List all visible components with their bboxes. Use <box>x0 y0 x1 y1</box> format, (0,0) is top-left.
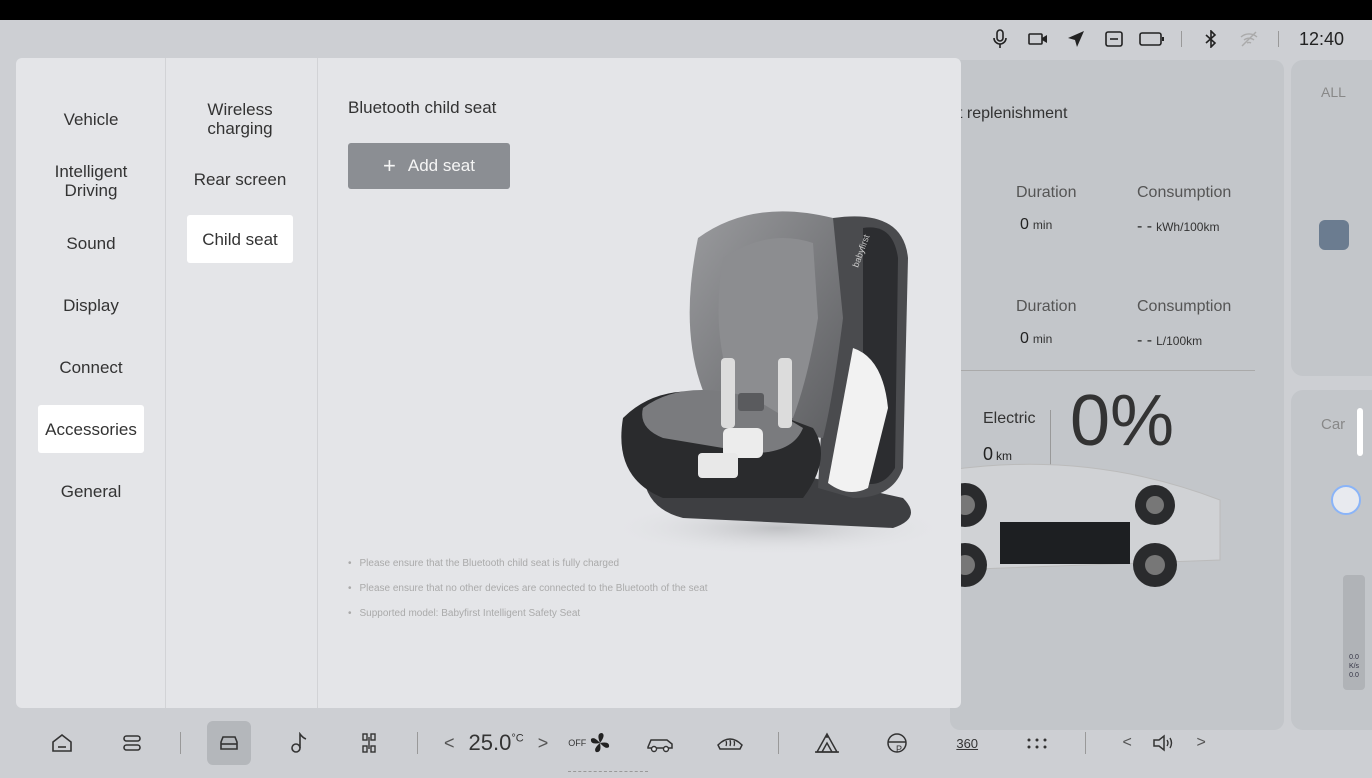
scroll-handle[interactable] <box>1357 408 1363 456</box>
home-icon[interactable] <box>40 721 84 765</box>
subnav-child-seat[interactable]: Child seat <box>187 215 293 263</box>
energy-dashboard-background: st replenishment ic Duration Consumption… <box>950 60 1284 730</box>
nav-intelligent-driving[interactable]: Intelligent Driving <box>38 157 144 205</box>
duration-value: 0 min <box>1020 330 1053 347</box>
nav-general[interactable]: General <box>38 467 144 515</box>
duration-label: Duration <box>1016 298 1077 315</box>
message-icon[interactable] <box>1095 27 1133 51</box>
child-seat-content: Bluetooth child seat + Add seat babyfirs… <box>318 58 961 708</box>
camera-icon[interactable] <box>1019 27 1057 51</box>
vehicle-chassis-illustration <box>950 463 1221 587</box>
add-seat-label: Add seat <box>407 156 475 175</box>
plus-icon: + <box>383 153 396 178</box>
top-black-bar <box>0 0 1372 20</box>
all-label: ALL <box>1321 84 1346 100</box>
microphone-icon[interactable] <box>981 27 1019 51</box>
camping-mode-icon[interactable] <box>805 721 849 765</box>
dock-separator <box>1085 732 1087 754</box>
fan-state: OFF <box>568 738 587 748</box>
right-rail: ALL Car 0.0 K/s 0.0 <box>1291 60 1372 730</box>
subnav-wireless-charging[interactable]: Wireless charging <box>187 95 293 143</box>
dock-separator <box>778 732 780 754</box>
status-bar: 12:40 <box>0 20 1372 58</box>
dock-separator <box>180 732 181 754</box>
charging-icon <box>1319 220 1349 250</box>
consumption-value: - - kWh/100km <box>1137 218 1220 235</box>
svg-text:P: P <box>896 744 902 754</box>
nav-vehicle[interactable]: Vehicle <box>38 95 144 143</box>
note-item: • Please ensure that no other devices are… <box>348 583 708 594</box>
child-seat-illustration: babyfirst <box>608 211 943 556</box>
nav-accessories[interactable]: Accessories <box>38 405 144 453</box>
temp-increase-button[interactable]: > <box>538 733 549 754</box>
volume-down-button[interactable]: < <box>1112 721 1142 765</box>
duration-label: Duration <box>1016 184 1077 201</box>
assistant-avatar[interactable] <box>1331 485 1361 515</box>
primary-nav: Vehicle Intelligent Driving Sound Displa… <box>16 58 166 708</box>
electric-label: Electric <box>983 410 1036 427</box>
fan-control[interactable]: OFF <box>568 731 649 772</box>
status-separator <box>1277 31 1279 47</box>
consumption-label: Consumption <box>1137 184 1232 201</box>
notes-list: • Please ensure that the Bluetooth child … <box>348 558 708 633</box>
car-label: Car <box>1321 416 1346 433</box>
defrost-icon[interactable] <box>708 721 752 765</box>
screen: 12:40 st replenishment ic Duration Consu… <box>0 20 1372 778</box>
status-separator <box>1180 31 1182 47</box>
subnav-rear-screen[interactable]: Rear screen <box>187 155 293 203</box>
bluetooth-icon[interactable] <box>1192 27 1230 51</box>
wifi-off-icon[interactable] <box>1230 27 1268 51</box>
volume-up-button[interactable]: > <box>1186 721 1216 765</box>
fan-icon <box>591 733 610 753</box>
dock-separator <box>417 732 418 754</box>
navigation-arrow-icon[interactable] <box>1057 27 1095 51</box>
more-apps-icon[interactable] <box>1015 721 1059 765</box>
note-item: • Supported model: Babyfirst Intelligent … <box>348 608 581 619</box>
fan-level-indicator <box>568 771 649 772</box>
rail-card[interactable]: ALL <box>1291 60 1372 376</box>
secondary-nav: Wireless charging Rear screen Child seat <box>166 58 318 708</box>
bottom-dock: < 25.0°C > OFF P 360 < > <box>0 708 1372 778</box>
network-speed-widget: 0.0 K/s 0.0 <box>1343 575 1365 690</box>
nav-connect[interactable]: Connect <box>38 343 144 391</box>
section-title: Bluetooth child seat <box>348 98 497 117</box>
car-air-icon[interactable] <box>638 721 682 765</box>
steering-wheel-park-icon[interactable]: P <box>875 721 919 765</box>
nav-display[interactable]: Display <box>38 281 144 329</box>
settings-panel: Vehicle Intelligent Driving Sound Displa… <box>16 58 961 708</box>
apps-toggle-icon[interactable] <box>110 721 154 765</box>
consumption-value: - - L/100km <box>1137 332 1203 349</box>
temperature-value: 25.0°C <box>468 730 524 755</box>
view-360-icon[interactable]: 360 <box>945 721 989 765</box>
nav-sound[interactable]: Sound <box>38 219 144 267</box>
seat-adjust-icon[interactable] <box>347 721 391 765</box>
music-icon[interactable] <box>277 721 321 765</box>
duration-value: 0 min <box>1020 216 1053 233</box>
note-item: • Please ensure that the Bluetooth child … <box>348 558 620 569</box>
temperature-control: < 25.0°C > <box>444 730 548 756</box>
battery-icon <box>1133 27 1171 51</box>
vehicle-icon[interactable] <box>207 721 251 765</box>
clock: 12:40 <box>1298 28 1344 49</box>
dashboard-title: st replenishment <box>950 105 1068 122</box>
consumption-label: Consumption <box>1137 298 1232 315</box>
temp-decrease-button[interactable]: < <box>444 733 455 754</box>
volume-icon[interactable] <box>1142 721 1186 765</box>
divider <box>960 370 1255 371</box>
add-seat-button[interactable]: + Add seat <box>348 143 510 189</box>
